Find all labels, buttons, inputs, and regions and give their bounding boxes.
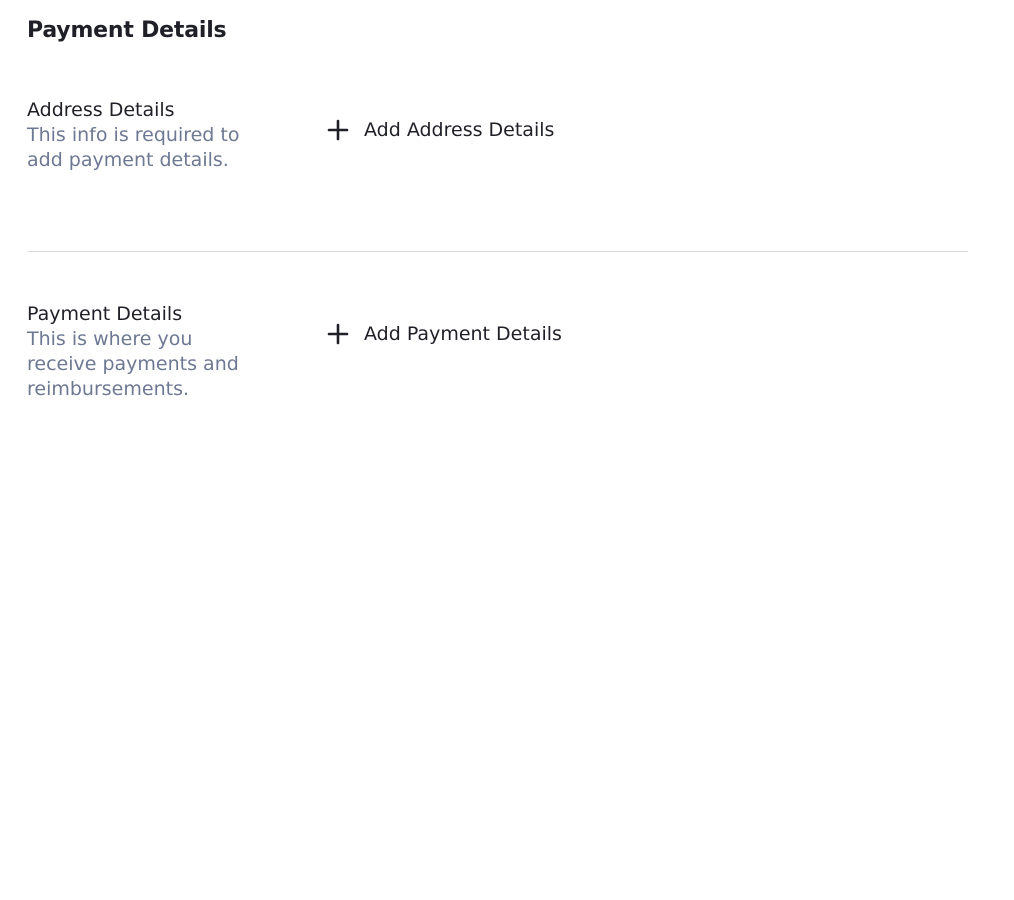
plus-icon — [327, 119, 349, 141]
add-payment-details-button[interactable]: Add Payment Details — [327, 321, 562, 347]
add-address-details-button[interactable]: Add Address Details — [327, 117, 554, 143]
section-description: This is where you receive payments and r… — [27, 328, 239, 400]
payment-details-section: Payment Details This is where you receiv… — [27, 301, 968, 421]
section-heading: Payment Details — [27, 303, 183, 325]
add-address-details-label: Add Address Details — [364, 119, 555, 141]
section-info: Payment Details This is where you receiv… — [27, 301, 267, 402]
section-heading: Address Details — [27, 99, 175, 121]
add-payment-details-label: Add Payment Details — [364, 323, 562, 345]
address-details-section: Address Details This info is required to… — [27, 97, 968, 217]
page-title: Payment Details — [27, 18, 227, 43]
plus-icon — [327, 323, 349, 345]
section-description: This info is required to add payment det… — [27, 124, 240, 171]
payment-details-page: Payment Details Address Details This inf… — [0, 0, 1014, 900]
section-info: Address Details This info is required to… — [27, 97, 267, 173]
section-divider — [27, 251, 968, 252]
